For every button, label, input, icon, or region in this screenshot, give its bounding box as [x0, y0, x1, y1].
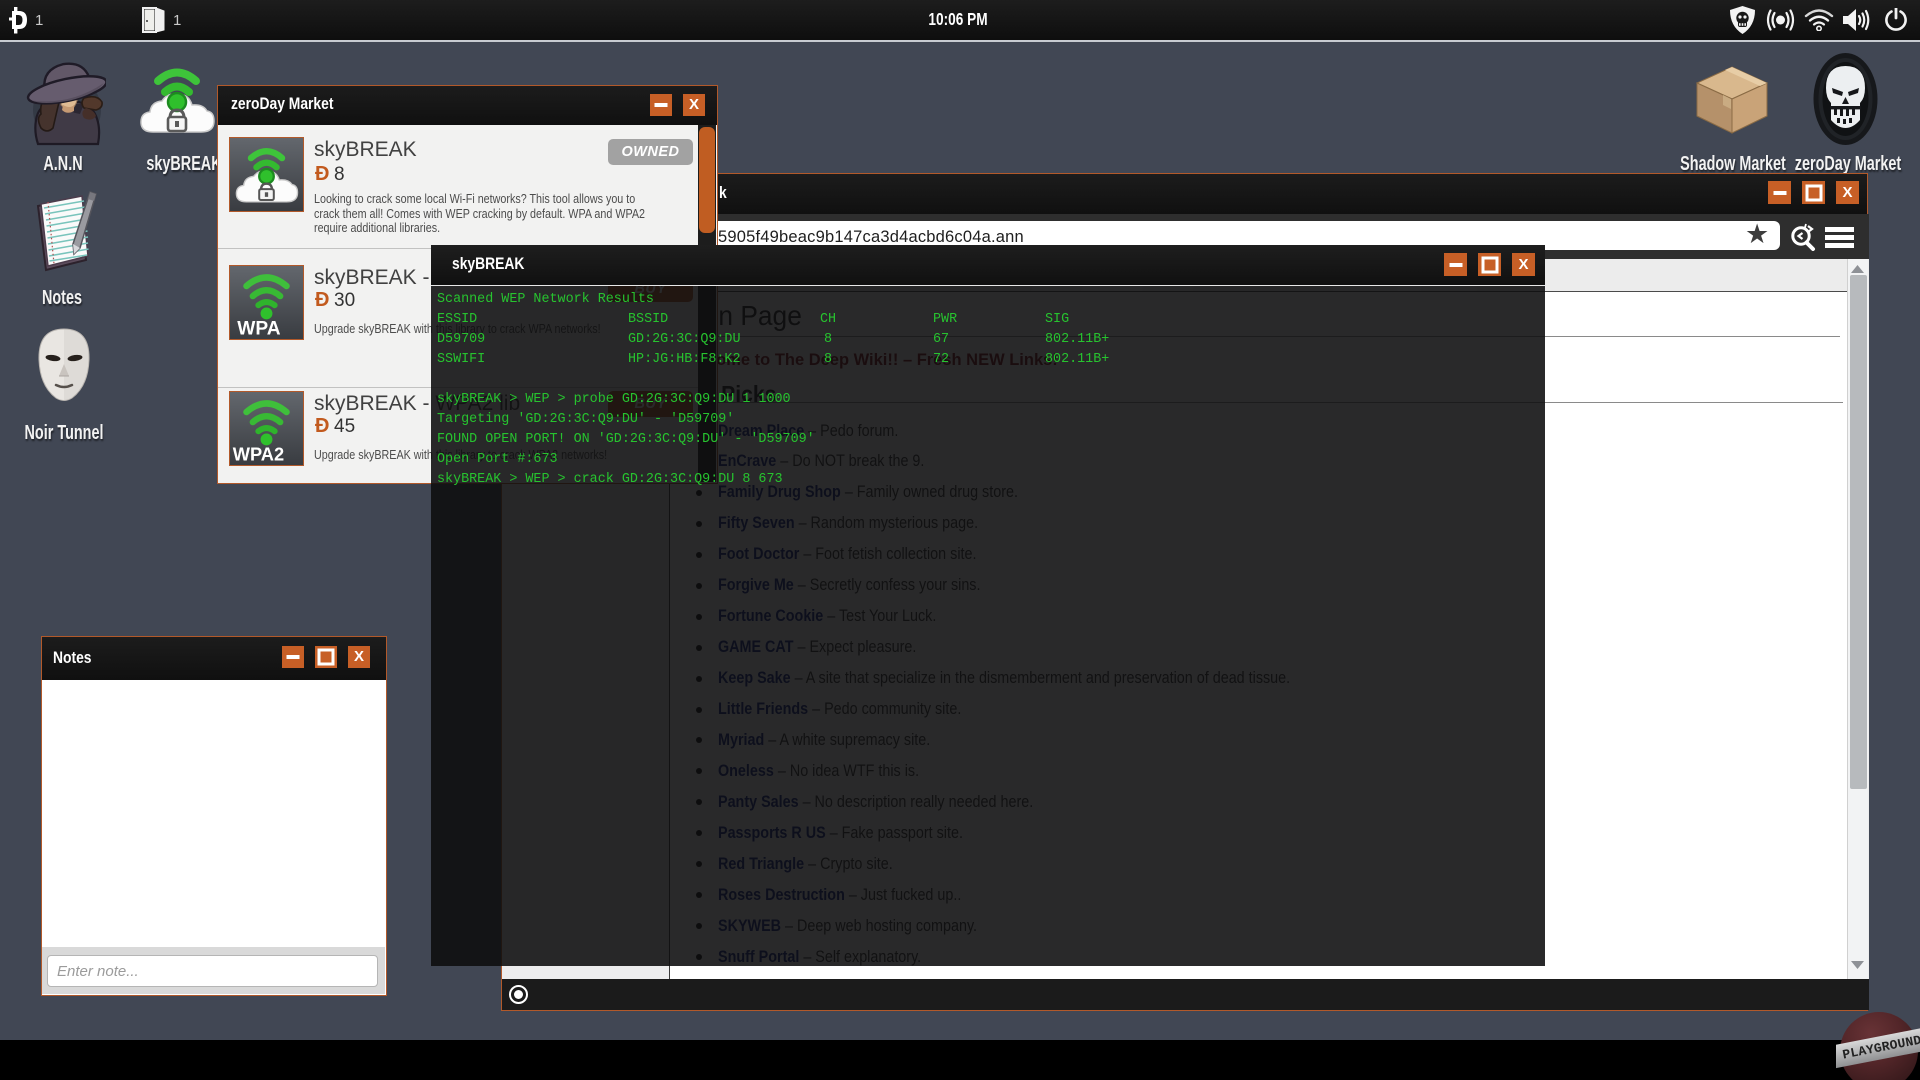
- svg-text:WPA2: WPA2: [233, 443, 284, 464]
- svg-text:WPA: WPA: [237, 318, 280, 339]
